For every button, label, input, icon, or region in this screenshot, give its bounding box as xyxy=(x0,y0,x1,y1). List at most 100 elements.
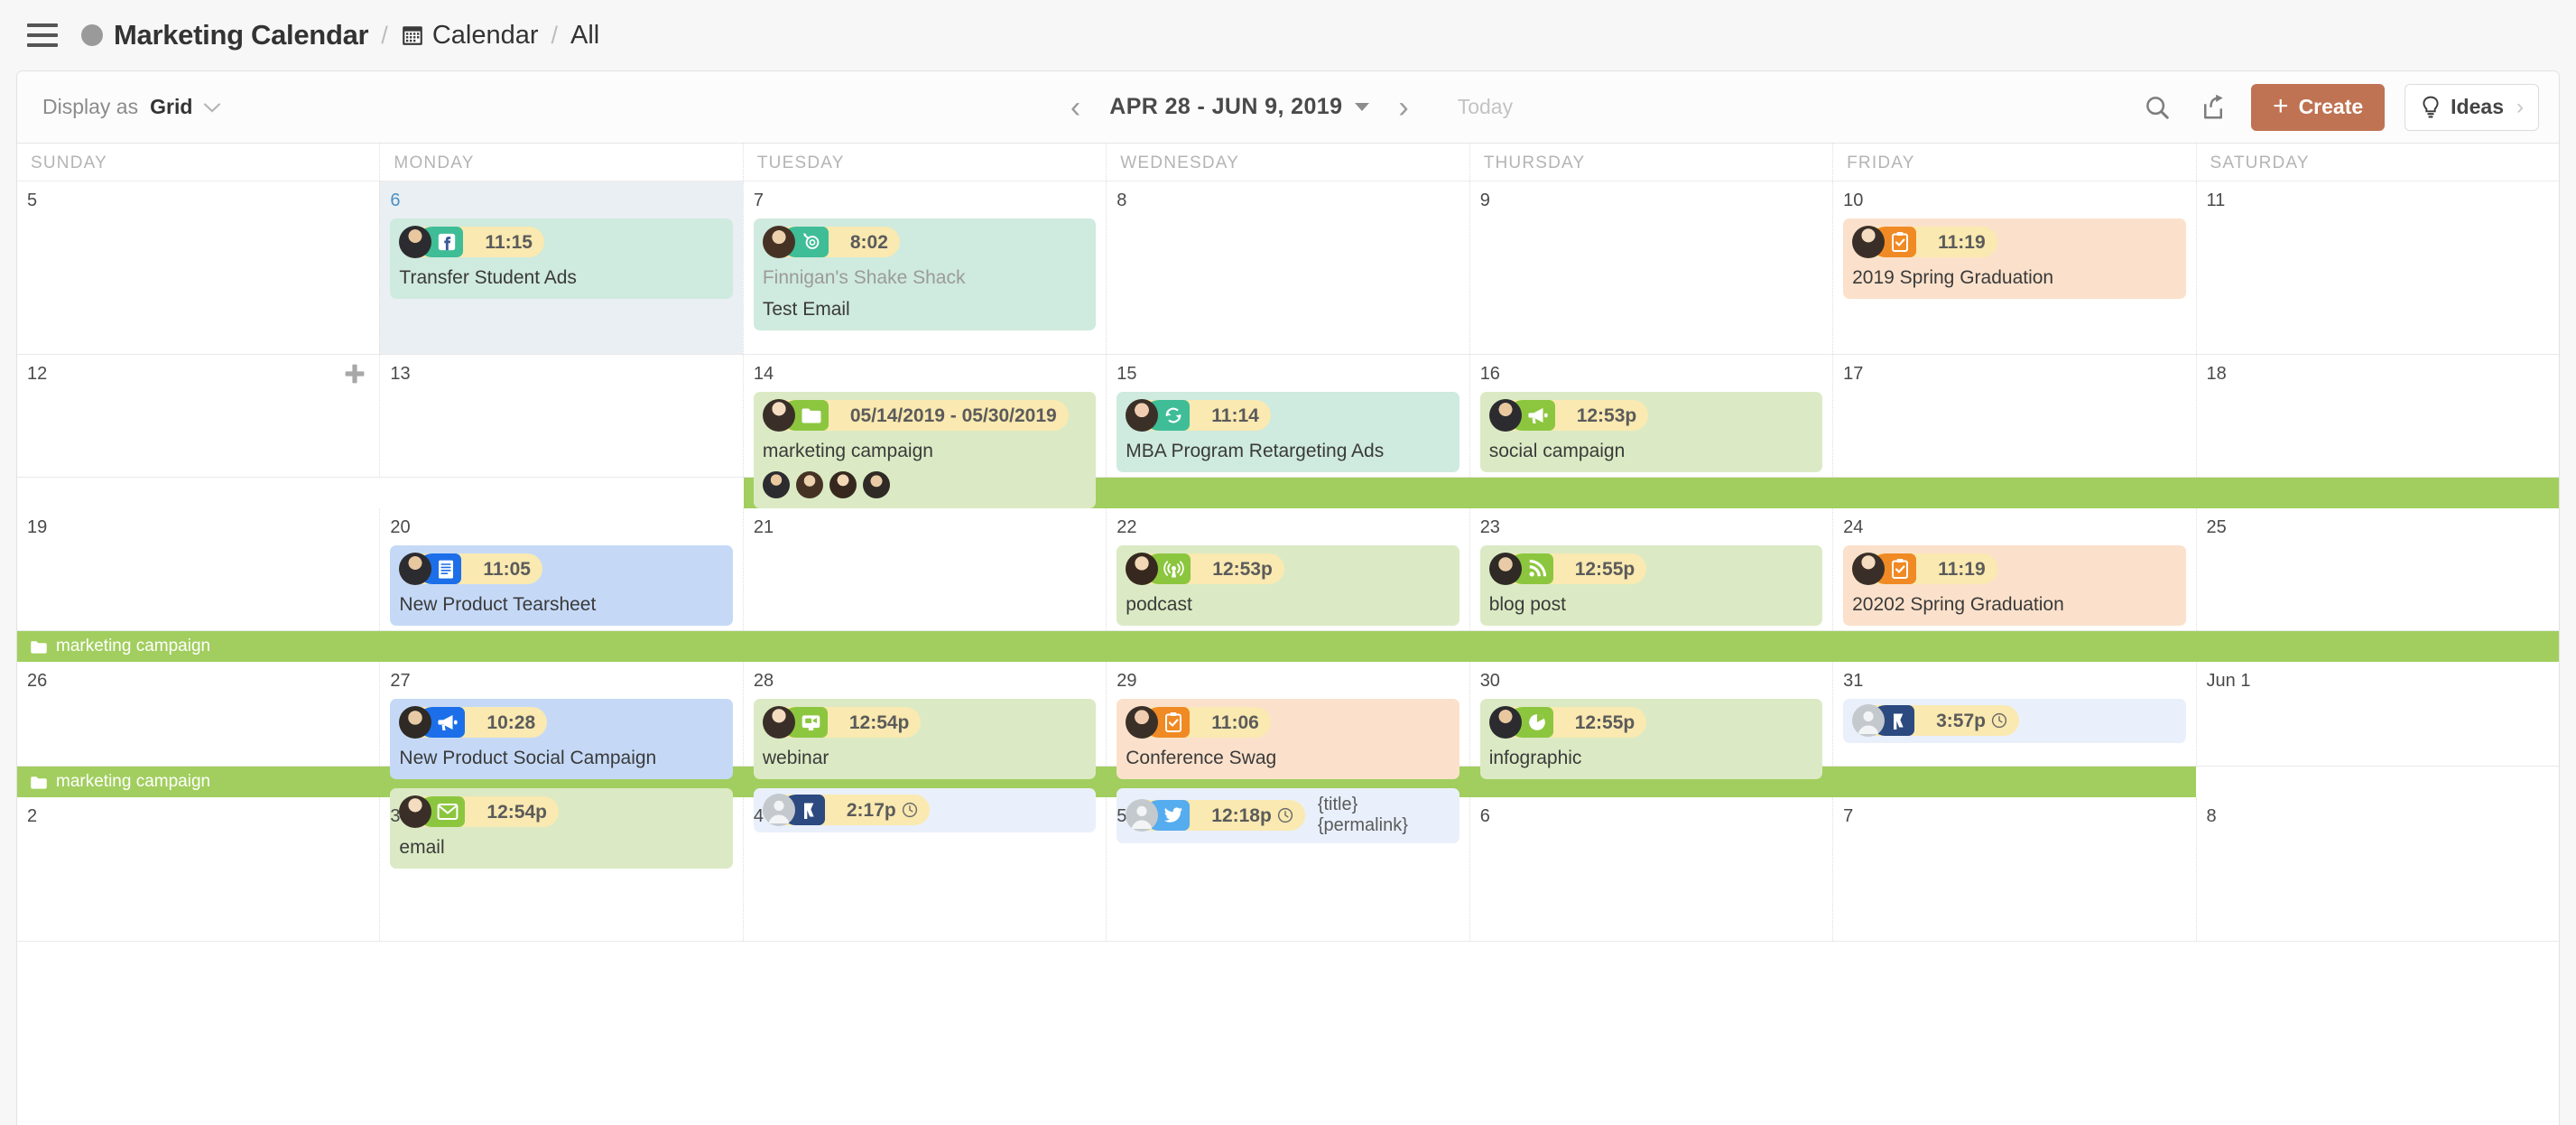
event-title: MBA Program Retargeting Ads xyxy=(1126,441,1385,461)
calendar-day-cell[interactable]: 25 xyxy=(2195,508,2559,630)
calendar-day-cell[interactable]: 28 12:54p webinar 2:17p xyxy=(742,662,1106,832)
calendar-day-cell[interactable]: 6 11:15 Transfer Student Ads xyxy=(379,181,743,354)
day-number: 6 xyxy=(390,191,401,210)
calendar-day-cell[interactable]: 31 3:57p xyxy=(1832,662,2195,766)
calendar-day-cell[interactable]: 16 12:53p social campaign xyxy=(1469,355,1832,477)
event-time: 12:55p xyxy=(1574,711,1635,733)
workspace-title[interactable]: Marketing Calendar xyxy=(114,19,369,51)
event-time: 12:54p xyxy=(848,711,910,733)
calendar-day-cell[interactable]: 20 11:05 New Product Tearsheet xyxy=(379,508,742,630)
calendar-event-card[interactable]: 11:15 Transfer Student Ads xyxy=(390,218,733,299)
caret-down-icon xyxy=(1355,103,1370,111)
calendar-day-cell[interactable]: 11 xyxy=(2195,181,2559,354)
day-number: 16 xyxy=(1479,364,1500,384)
event-header: 12:53p xyxy=(1126,553,1450,585)
calendar-event-card[interactable]: 12:54p webinar xyxy=(753,699,1097,779)
event-time-pill: 11:05 xyxy=(399,553,542,585)
share-icon[interactable] xyxy=(2195,89,2231,126)
calendar-event-card[interactable]: 11:05 New Product Tearsheet xyxy=(390,545,733,626)
hamburger-icon[interactable] xyxy=(27,23,58,47)
calendar-day-cell[interactable]: 8 xyxy=(2195,797,2559,941)
weekday-friday: FRIDAY xyxy=(1832,144,2195,181)
calendar-day-cell[interactable]: Jun 1 xyxy=(2195,662,2559,766)
calendar-event-card[interactable]: 12:53p social campaign xyxy=(1479,392,1823,472)
calendar-event-card[interactable]: 11:19 2019 Spring Graduation xyxy=(1843,218,2186,299)
calendar-day-cell[interactable]: 5 xyxy=(17,181,379,354)
ideas-button[interactable]: Ideas › xyxy=(2405,83,2539,131)
event-time-pill: 8:02 xyxy=(762,226,900,258)
avatar xyxy=(1488,553,1522,585)
calendar-day-cell[interactable]: 13 xyxy=(379,355,742,477)
calendar-day-cell[interactable]: 4 xyxy=(742,797,1106,941)
assignee-avatars xyxy=(762,471,1087,498)
chevron-down-icon xyxy=(204,103,221,113)
calendar-day-cell[interactable]: 7 8:02 Finnigan's Shake Shack Test Email xyxy=(742,181,1106,354)
create-button[interactable]: + Create xyxy=(2251,83,2386,131)
breadcrumb-bar: Marketing Calendar / Calendar / All xyxy=(0,0,2576,70)
day-number: Jun 1 xyxy=(2206,671,2251,691)
search-icon[interactable] xyxy=(2139,89,2175,126)
avatar xyxy=(762,706,795,739)
calendar-day-cell[interactable]: 18 xyxy=(2195,355,2559,477)
campaign-band[interactable]: marketing campaign xyxy=(17,631,2559,662)
calendar-event-card[interactable]: 05/14/2019 - 05/30/2019 marketing campaig… xyxy=(753,392,1097,508)
event-header: 11:06 xyxy=(1126,706,1450,739)
calendar-day-cell[interactable]: 5 xyxy=(1106,797,1469,941)
breadcrumb-filter[interactable]: All xyxy=(570,21,599,51)
calendar-day-cell[interactable]: 9 xyxy=(1469,181,1832,354)
date-range-selector[interactable]: APR 28 - JUN 9, 2019 xyxy=(1109,94,1370,120)
avatar xyxy=(762,226,795,258)
event-time-pill: 12:53p xyxy=(1488,399,1649,432)
calendar-event-card[interactable]: 12:53p podcast xyxy=(1117,545,1459,626)
breadcrumb-calendar[interactable]: Calendar xyxy=(432,21,539,51)
create-button-label: Create xyxy=(2298,95,2364,118)
campaign-band[interactable]: marketing campaign xyxy=(17,767,2196,797)
event-subtitle: Finnigan's Shake Shack xyxy=(762,267,966,288)
calendar-day-cell[interactable]: 26 xyxy=(17,662,379,766)
calendar-day-cell[interactable]: 29 11:06 Conference Swag 12:18p {title} {per… xyxy=(1106,662,1469,843)
calendar-day-cell[interactable]: 2 xyxy=(17,797,379,941)
event-header: 12:55p xyxy=(1488,553,1813,585)
next-period-button[interactable]: › xyxy=(1391,92,1415,123)
day-number: 24 xyxy=(1843,517,1864,537)
day-number: 21 xyxy=(753,517,774,537)
calendar-day-cell[interactable]: 24 11:19 20202 Spring Graduation xyxy=(1832,508,2195,630)
add-event-button[interactable] xyxy=(343,362,366,386)
calendar-event-card[interactable]: 3:57p xyxy=(1843,699,2186,743)
weekday-wednesday: WEDNESDAY xyxy=(1106,144,1469,181)
calendar-day-cell[interactable]: 21 xyxy=(742,508,1106,630)
calendar-week-row: 2 3 4 5 6 7 8 xyxy=(17,797,2559,942)
calendar-event-card[interactable]: 12:55p blog post xyxy=(1479,545,1823,626)
calendar-day-cell[interactable]: 8 xyxy=(1106,181,1469,354)
calendar-day-cell[interactable]: 7 xyxy=(1832,797,2195,941)
calendar-day-cell[interactable]: 6 xyxy=(1469,797,1832,941)
event-header: 10:28 xyxy=(399,706,723,739)
clock-icon xyxy=(1991,712,2007,729)
calendar-day-cell[interactable]: 14 05/14/2019 - 05/30/2019 marketing campa… xyxy=(742,355,1106,508)
calendar-day-cell[interactable]: 10 11:19 2019 Spring Graduation xyxy=(1832,181,2195,354)
calendar-event-card[interactable]: 11:14 MBA Program Retargeting Ads xyxy=(1117,392,1459,472)
calendar-event-card[interactable]: 8:02 Finnigan's Shake Shack Test Email xyxy=(753,218,1097,330)
calendar-day-cell[interactable]: 3 xyxy=(379,797,742,941)
event-header: 12:54p xyxy=(762,706,1087,739)
calendar-day-cell[interactable]: 30 12:55p infographic xyxy=(1469,662,1832,779)
avatar xyxy=(1488,399,1522,432)
today-button[interactable]: Today xyxy=(1458,95,1513,119)
event-time: 3:57p xyxy=(1936,711,2007,730)
previous-period-button[interactable]: ‹ xyxy=(1063,92,1088,123)
calendar-day-cell[interactable]: 12 xyxy=(17,355,379,477)
day-number: 7 xyxy=(753,191,764,210)
calendar-day-cell[interactable]: 27 10:28 New Product Social Campaign 12:54p… xyxy=(379,662,742,869)
calendar-day-cell[interactable]: 22 12:53p podcast xyxy=(1106,508,1469,630)
calendar-day-cell[interactable]: 17 xyxy=(1832,355,2195,477)
calendar-day-cell[interactable]: 15 11:14 MBA Program Retargeting Ads xyxy=(1106,355,1469,477)
campaign-band-label: marketing campaign xyxy=(56,772,211,791)
calendar-event-card[interactable]: 10:28 New Product Social Campaign xyxy=(390,699,733,779)
calendar-day-cell[interactable]: 23 12:55p blog post xyxy=(1469,508,1832,630)
calendar-event-card[interactable]: 12:55p infographic xyxy=(1479,699,1823,779)
display-as-selector[interactable]: Display as Grid xyxy=(42,95,221,119)
calendar-day-cell[interactable]: 19 xyxy=(17,508,379,630)
event-time: 10:28 xyxy=(486,711,536,733)
calendar-event-card[interactable]: 11:19 20202 Spring Graduation xyxy=(1843,545,2186,626)
calendar-event-card[interactable]: 11:06 Conference Swag xyxy=(1117,699,1459,779)
